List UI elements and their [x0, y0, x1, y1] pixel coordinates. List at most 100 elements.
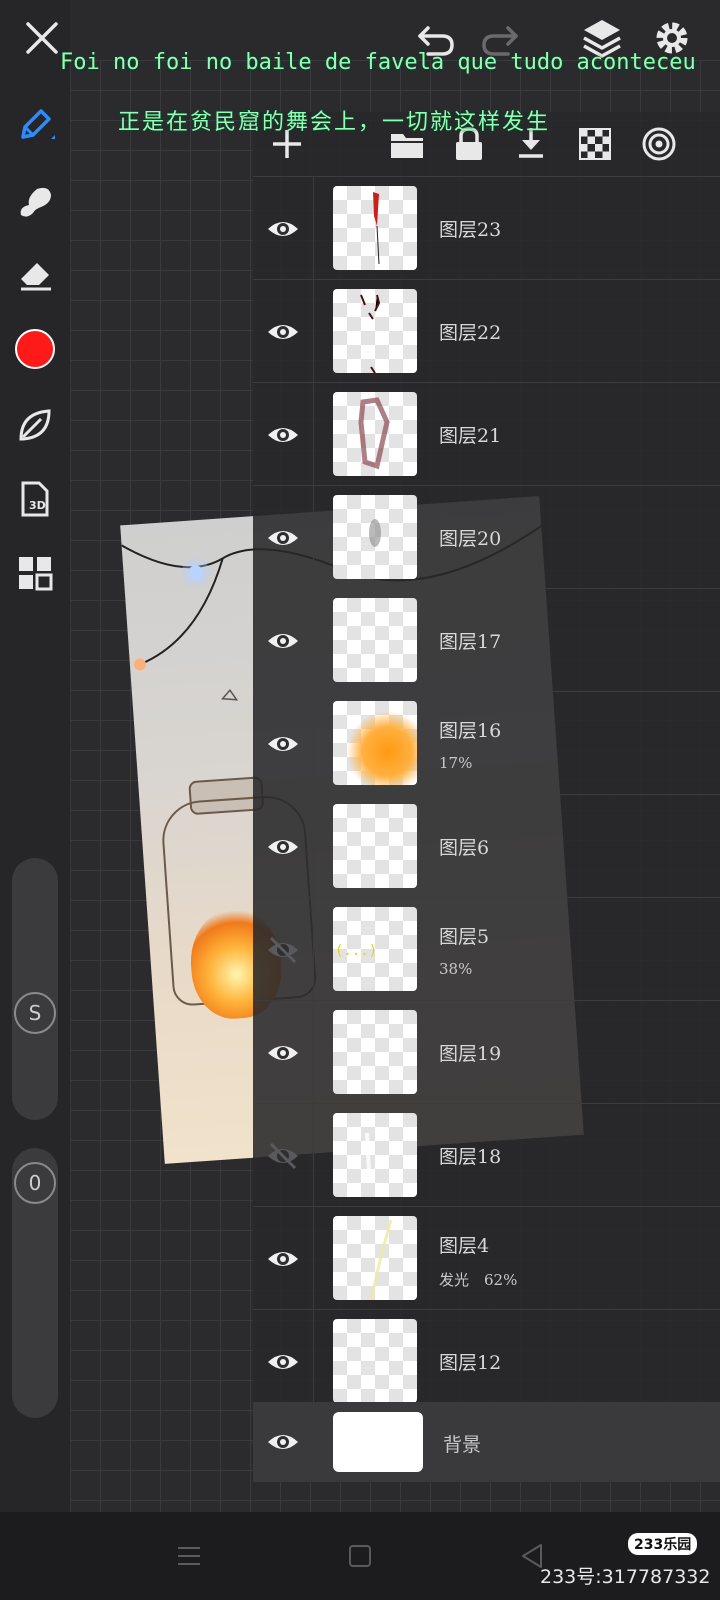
layer-thumbnail: [333, 1319, 417, 1403]
eye-icon: [268, 1252, 298, 1266]
layer-thumbnail: [333, 1010, 417, 1094]
layer-name: 图层19: [439, 1043, 502, 1065]
eye-icon: [268, 1046, 298, 1060]
visibility-toggle[interactable]: [261, 207, 305, 251]
more-tools-button[interactable]: [12, 550, 58, 596]
row-divider: [313, 177, 314, 280]
visibility-toggle[interactable]: [261, 1134, 305, 1178]
transparency-lock-button[interactable]: [573, 122, 617, 166]
transparency-icon: [579, 128, 611, 160]
eye-icon: [268, 531, 298, 545]
visibility-toggle[interactable]: [261, 1340, 305, 1384]
layer-name: 图层18: [439, 1146, 502, 1168]
visibility-toggle[interactable]: [261, 825, 305, 869]
leaf-icon: [19, 409, 51, 441]
watermark-id: 233号:317787332: [540, 1566, 711, 1588]
pen-icon: [21, 109, 55, 139]
layer-thumbnail: [333, 495, 417, 579]
layer-row[interactable]: 图层6: [253, 794, 720, 898]
layer-row[interactable]: 图层23: [253, 176, 720, 280]
layer-panel: 图层23 图层22 图层21 图层20 图层17 图层16 17% 图层6 (...) 图层5 38…: [253, 112, 720, 1482]
layer-thumbnail: [333, 1113, 417, 1197]
layer-name: 图层17: [439, 631, 502, 653]
layer-thumbnail: [333, 186, 417, 270]
layer-thumbnail: [333, 392, 417, 476]
close-button[interactable]: [20, 16, 64, 60]
smudge-tool-button[interactable]: [12, 178, 58, 224]
subtitle-line-2: 正是在贫民窟的舞会上，一切就这样发生: [118, 110, 551, 135]
eye-icon: [268, 840, 298, 854]
visibility-toggle[interactable]: [261, 1420, 305, 1464]
recent-apps-button[interactable]: [165, 1532, 213, 1580]
row-divider: [313, 1001, 314, 1104]
layer-thumbnail: [333, 1216, 417, 1300]
layer-opacity-label: 38%: [439, 960, 473, 978]
visibility-toggle[interactable]: [261, 1237, 305, 1281]
size-indicator[interactable]: S: [14, 992, 56, 1034]
layer-thumbnail: [333, 598, 417, 682]
visibility-toggle[interactable]: [261, 722, 305, 766]
row-divider: [313, 1104, 314, 1207]
layer-thumbnail: [333, 1412, 423, 1472]
layer-name: 图层23: [439, 219, 502, 241]
eye-icon: [268, 634, 298, 648]
eye-icon: [268, 1435, 298, 1449]
eraser-tool-button[interactable]: [12, 252, 58, 298]
row-divider: [313, 795, 314, 898]
layer-name: 图层6: [439, 837, 490, 859]
layer-row[interactable]: 图层16 17%: [253, 691, 720, 795]
opacity-slider[interactable]: 0: [12, 1148, 58, 1418]
layer-row[interactable]: 图层17: [253, 588, 720, 692]
row-divider: [313, 280, 314, 383]
color-picker-button[interactable]: [12, 326, 58, 372]
visibility-toggle[interactable]: [261, 1031, 305, 1075]
layer-opacity-label: 发光 62%: [439, 1271, 518, 1289]
layer-row[interactable]: 图层4 发光 62%: [253, 1206, 720, 1310]
row-divider: [313, 692, 314, 795]
layer-name: 图层22: [439, 322, 502, 344]
layer-row[interactable]: 图层12: [253, 1309, 720, 1413]
visibility-toggle[interactable]: [261, 619, 305, 663]
3d-model-icon: 3D: [21, 481, 49, 517]
layer-row[interactable]: 图层18: [253, 1103, 720, 1207]
row-divider: [313, 589, 314, 692]
eye-icon: [268, 222, 298, 236]
blend-mode-button[interactable]: [637, 122, 681, 166]
layer-name: 图层20: [439, 528, 502, 550]
visibility-toggle[interactable]: [261, 310, 305, 354]
vector-tool-button[interactable]: [12, 402, 58, 448]
brush-size-slider[interactable]: S: [12, 858, 58, 1120]
opacity-indicator[interactable]: 0: [14, 1162, 56, 1204]
layer-row[interactable]: (...) 图层5 38%: [253, 897, 720, 1001]
3d-tool-button[interactable]: 3D: [12, 476, 58, 522]
layer-row[interactable]: 图层21: [253, 382, 720, 486]
eye-off-icon: [268, 936, 298, 964]
grid-icon: [19, 557, 53, 591]
eye-icon: [268, 737, 298, 751]
layer-row[interactable]: 图层22: [253, 279, 720, 383]
row-divider: [313, 898, 314, 1001]
layer-row[interactable]: 图层19: [253, 1000, 720, 1104]
square-icon: [349, 1545, 371, 1567]
layer-thumbnail: [333, 804, 417, 888]
layer-thumbnail: (...): [333, 907, 417, 991]
layer-name: 图层4: [439, 1235, 490, 1257]
pen-tool-button[interactable]: [12, 102, 58, 148]
background-layer-row[interactable]: 背景: [253, 1402, 720, 1482]
layer-name: 图层5: [439, 926, 490, 948]
eye-off-icon: [268, 1142, 298, 1170]
eye-icon: [268, 428, 298, 442]
layer-thumbnail: [333, 289, 417, 373]
row-divider: [313, 1207, 314, 1310]
layer-name: 图层12: [439, 1352, 502, 1374]
home-button[interactable]: [336, 1532, 384, 1580]
visibility-toggle[interactable]: [261, 516, 305, 560]
layer-name: 背景: [443, 1434, 482, 1456]
visibility-toggle[interactable]: [261, 413, 305, 457]
visibility-toggle[interactable]: [261, 928, 305, 972]
layer-row[interactable]: 图层20: [253, 485, 720, 589]
eraser-icon: [21, 263, 51, 291]
layer-name: 图层16: [439, 720, 502, 742]
subtitle-line-1: Foi no foi no baile de favela que tudo a…: [60, 50, 696, 75]
menu-icon: [178, 1547, 200, 1565]
